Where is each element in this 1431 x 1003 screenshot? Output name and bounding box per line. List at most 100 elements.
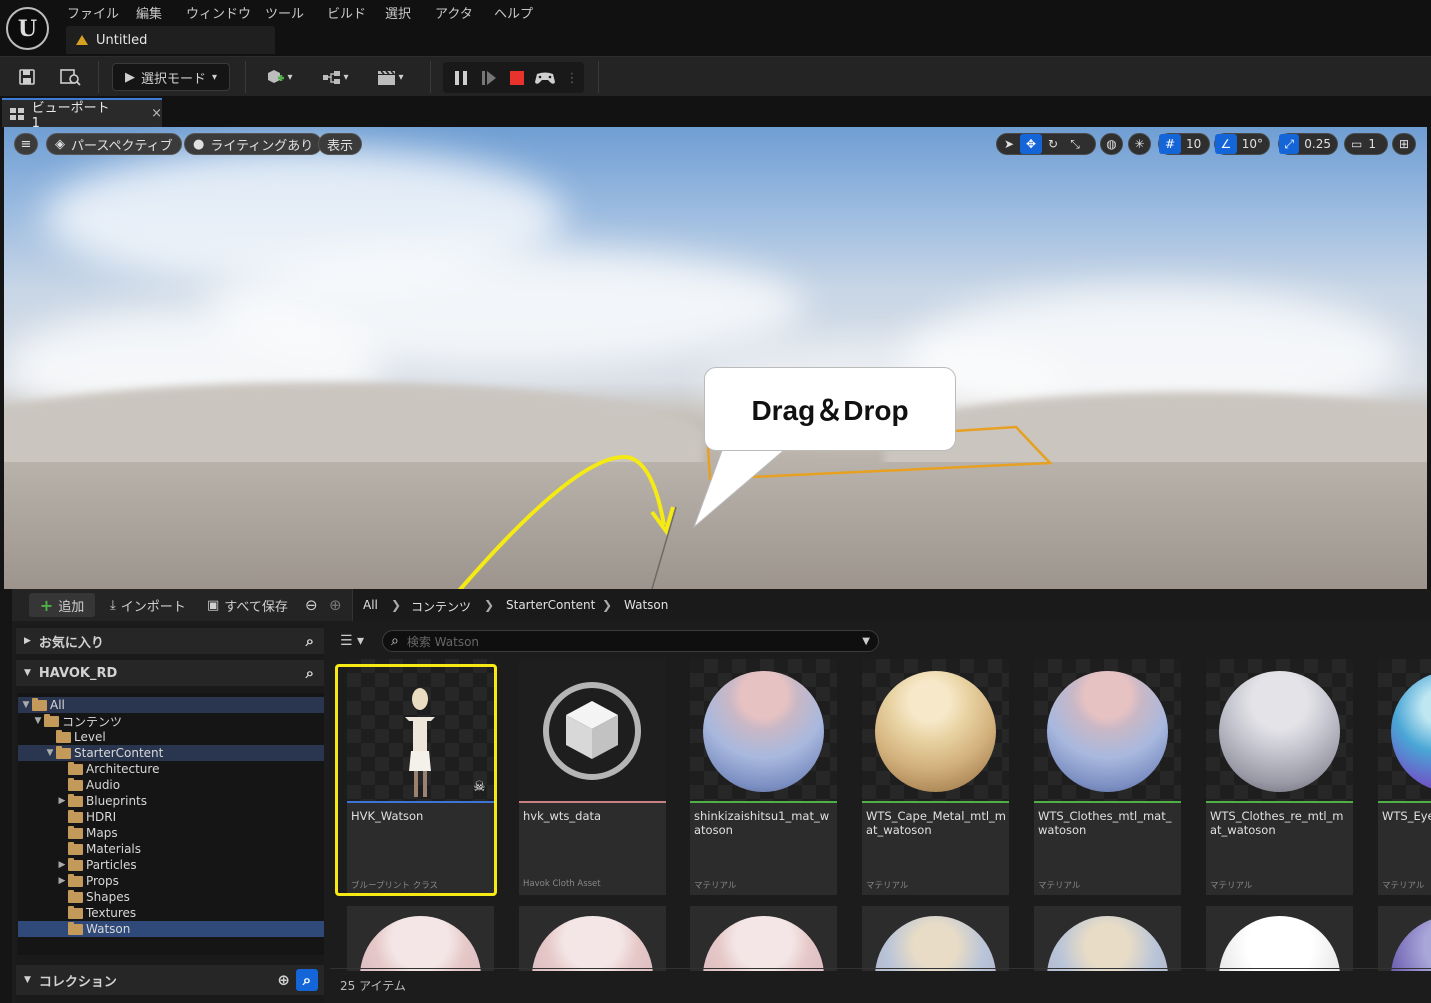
search-input[interactable]: ⌕ 検索 Watson ▼ [382,630,879,652]
tree-item[interactable]: Level [18,729,324,745]
tree-item[interactable]: Textures [18,905,324,921]
select-cursor-icon[interactable]: ➤ [998,134,1020,154]
lighting-dropdown[interactable]: ● ライティングあり [184,133,323,155]
tree-item[interactable]: ▶ Props [18,873,324,889]
menu-file[interactable]: ファイル [67,3,119,22]
menu-select[interactable]: 選択 [385,3,411,22]
perspective-dropdown[interactable]: ◈ パースペクティブ [46,133,182,155]
rotation-snap-value: 10° [1241,137,1263,151]
tree-item[interactable]: Maps [18,825,324,841]
step-forward-icon[interactable] [479,64,499,92]
asset-tile[interactable]: hvk_wts_data Havok Cloth Asset [519,659,666,895]
history-back-icon[interactable]: ⊖ [305,593,318,617]
folder-icon [68,889,83,903]
chevron-down-icon[interactable]: ▼ [20,700,32,710]
surface-snap-toggle[interactable]: ✳ [1128,133,1151,155]
menu-help[interactable]: ヘルプ [494,3,533,22]
tree-item[interactable]: Architecture [18,761,324,777]
drag-arrow [457,454,666,589]
tree-item[interactable]: Materials [18,841,324,857]
browse-icon[interactable] [58,63,84,91]
scale-snap-control[interactable]: ⤢ 0.25 [1278,133,1338,155]
tree-item[interactable]: Shapes [18,889,324,905]
asset-type-bar [1378,801,1431,803]
tree-item-label: HDRI [86,810,117,824]
camera-speed-control[interactable]: ▭ 1 [1344,133,1388,155]
move-icon[interactable]: ✥ [1020,134,1042,154]
tree-item[interactable]: ▼ StarterContent [18,745,324,761]
add-actor-dropdown[interactable]: ▾ [260,63,298,91]
level-viewport[interactable]: ≡ ◈ パースペクティブ ● ライティングあり 表示 ➤ ✥ ↻ ⤡ ◍ ✳ #… [4,127,1427,589]
asset-tile[interactable] [1206,906,1353,971]
chevron-down-icon: ▼ [24,975,31,985]
asset-tile[interactable] [862,906,1009,971]
viewport-menu-button[interactable]: ≡ [14,133,38,155]
select-mode-dropdown[interactable]: ▶ 選択モード ▾ [112,63,230,91]
import-button[interactable]: ⤓ インポート [110,593,186,617]
tree-item[interactable]: ▶ Blueprints [18,793,324,809]
filter-icon[interactable]: ☰ ▾ [340,633,364,649]
asset-tile[interactable]: shinkizaishitsu1_mat_watoson マテリアル [690,659,837,895]
stop-icon[interactable] [507,64,527,92]
tree-item[interactable]: ▶ Particles [18,857,324,873]
project-header[interactable]: ▼ HAVOK_RD ⌕ [16,660,324,686]
tree-item[interactable]: ▼ All [18,697,324,713]
menu-edit[interactable]: 編集 [136,3,162,22]
collections-header[interactable]: ▼ コレクション ⊕ ⌕ [16,965,324,995]
viewport-tab[interactable]: ビューポート1 × [2,98,162,131]
grid-snap-control[interactable]: # 10 [1158,133,1210,155]
tree-item[interactable]: Audio [18,777,324,793]
add-button[interactable]: + 追加 [29,593,95,617]
unreal-logo-icon[interactable]: U [6,7,49,50]
search-icon[interactable]: ⌕ [306,664,314,682]
viewport-layout-button[interactable]: ⊞ [1392,133,1416,155]
search-icon[interactable]: ⌕ [296,969,318,991]
show-dropdown[interactable]: 表示 [318,133,363,155]
document-tab[interactable]: Untitled [66,26,275,54]
chevron-down-icon[interactable]: ▼ [32,716,44,726]
tree-item[interactable]: Watson [18,921,324,937]
asset-tile[interactable]: WTS_Eye_watoson マテリアル [1378,659,1431,895]
asset-tile[interactable]: WTS_Cape_Metal_mtl_mat_watoson マテリアル [862,659,1009,895]
menu-build[interactable]: ビルド [327,3,366,22]
chevron-right-icon[interactable]: ▶ [56,876,68,886]
menu-tools[interactable]: ツール [265,3,304,22]
tree-item[interactable]: ▼ コンテンツ [18,713,324,729]
menu-actor[interactable]: アクタ [435,3,473,22]
asset-tile[interactable] [1378,906,1431,971]
scale-icon[interactable]: ⤡ [1064,134,1086,154]
save-all-button[interactable]: ▣ すべて保存 [207,593,288,617]
breadcrumb-item[interactable]: Watson [624,598,668,612]
rotation-snap-control[interactable]: ∠ 10° [1214,133,1270,155]
close-tab-icon[interactable]: × [151,106,162,121]
chevron-down-icon[interactable]: ▼ [44,748,56,758]
blueprint-dropdown[interactable]: ▾ [316,63,354,91]
asset-tile[interactable]: WTS_Clothes_mtl_mat_watoson マテリアル [1034,659,1181,895]
gamepad-icon[interactable] [533,64,557,92]
favorites-header[interactable]: ▶ お気に入り ⌕ [16,628,324,654]
menu-window[interactable]: ウィンドウ [186,3,251,22]
material-sphere [1047,916,1168,971]
breadcrumb-item[interactable]: All [363,598,378,612]
pause-icon[interactable] [451,64,471,92]
asset-tile[interactable] [519,906,666,971]
cinematics-dropdown[interactable]: ▾ [371,63,409,91]
world-local-toggle[interactable]: ◍ [1100,133,1123,155]
asset-tile[interactable] [1034,906,1181,971]
breadcrumb-item[interactable]: コンテンツ [411,598,471,615]
tree-item-label: Architecture [86,762,160,776]
breadcrumb-item[interactable]: StarterContent [506,598,595,612]
scale-snap-value: 0.25 [1304,137,1331,151]
asset-tile[interactable] [347,906,494,971]
chevron-right-icon[interactable]: ▶ [56,860,68,870]
more-options-icon[interactable]: ⋮ [565,64,579,92]
asset-tile[interactable] [690,906,837,971]
rotate-icon[interactable]: ↻ [1042,134,1064,154]
asset-tile[interactable]: WTS_Clothes_re_mtl_mat_watoson マテリアル [1206,659,1353,895]
tree-item[interactable]: HDRI [18,809,324,825]
search-icon[interactable]: ⌕ [306,632,314,650]
save-icon[interactable] [14,63,40,91]
chevron-right-icon[interactable]: ▶ [56,796,68,806]
history-forward-icon[interactable]: ⊕ [329,593,342,617]
add-collection-icon[interactable]: ⊕ [277,971,290,989]
